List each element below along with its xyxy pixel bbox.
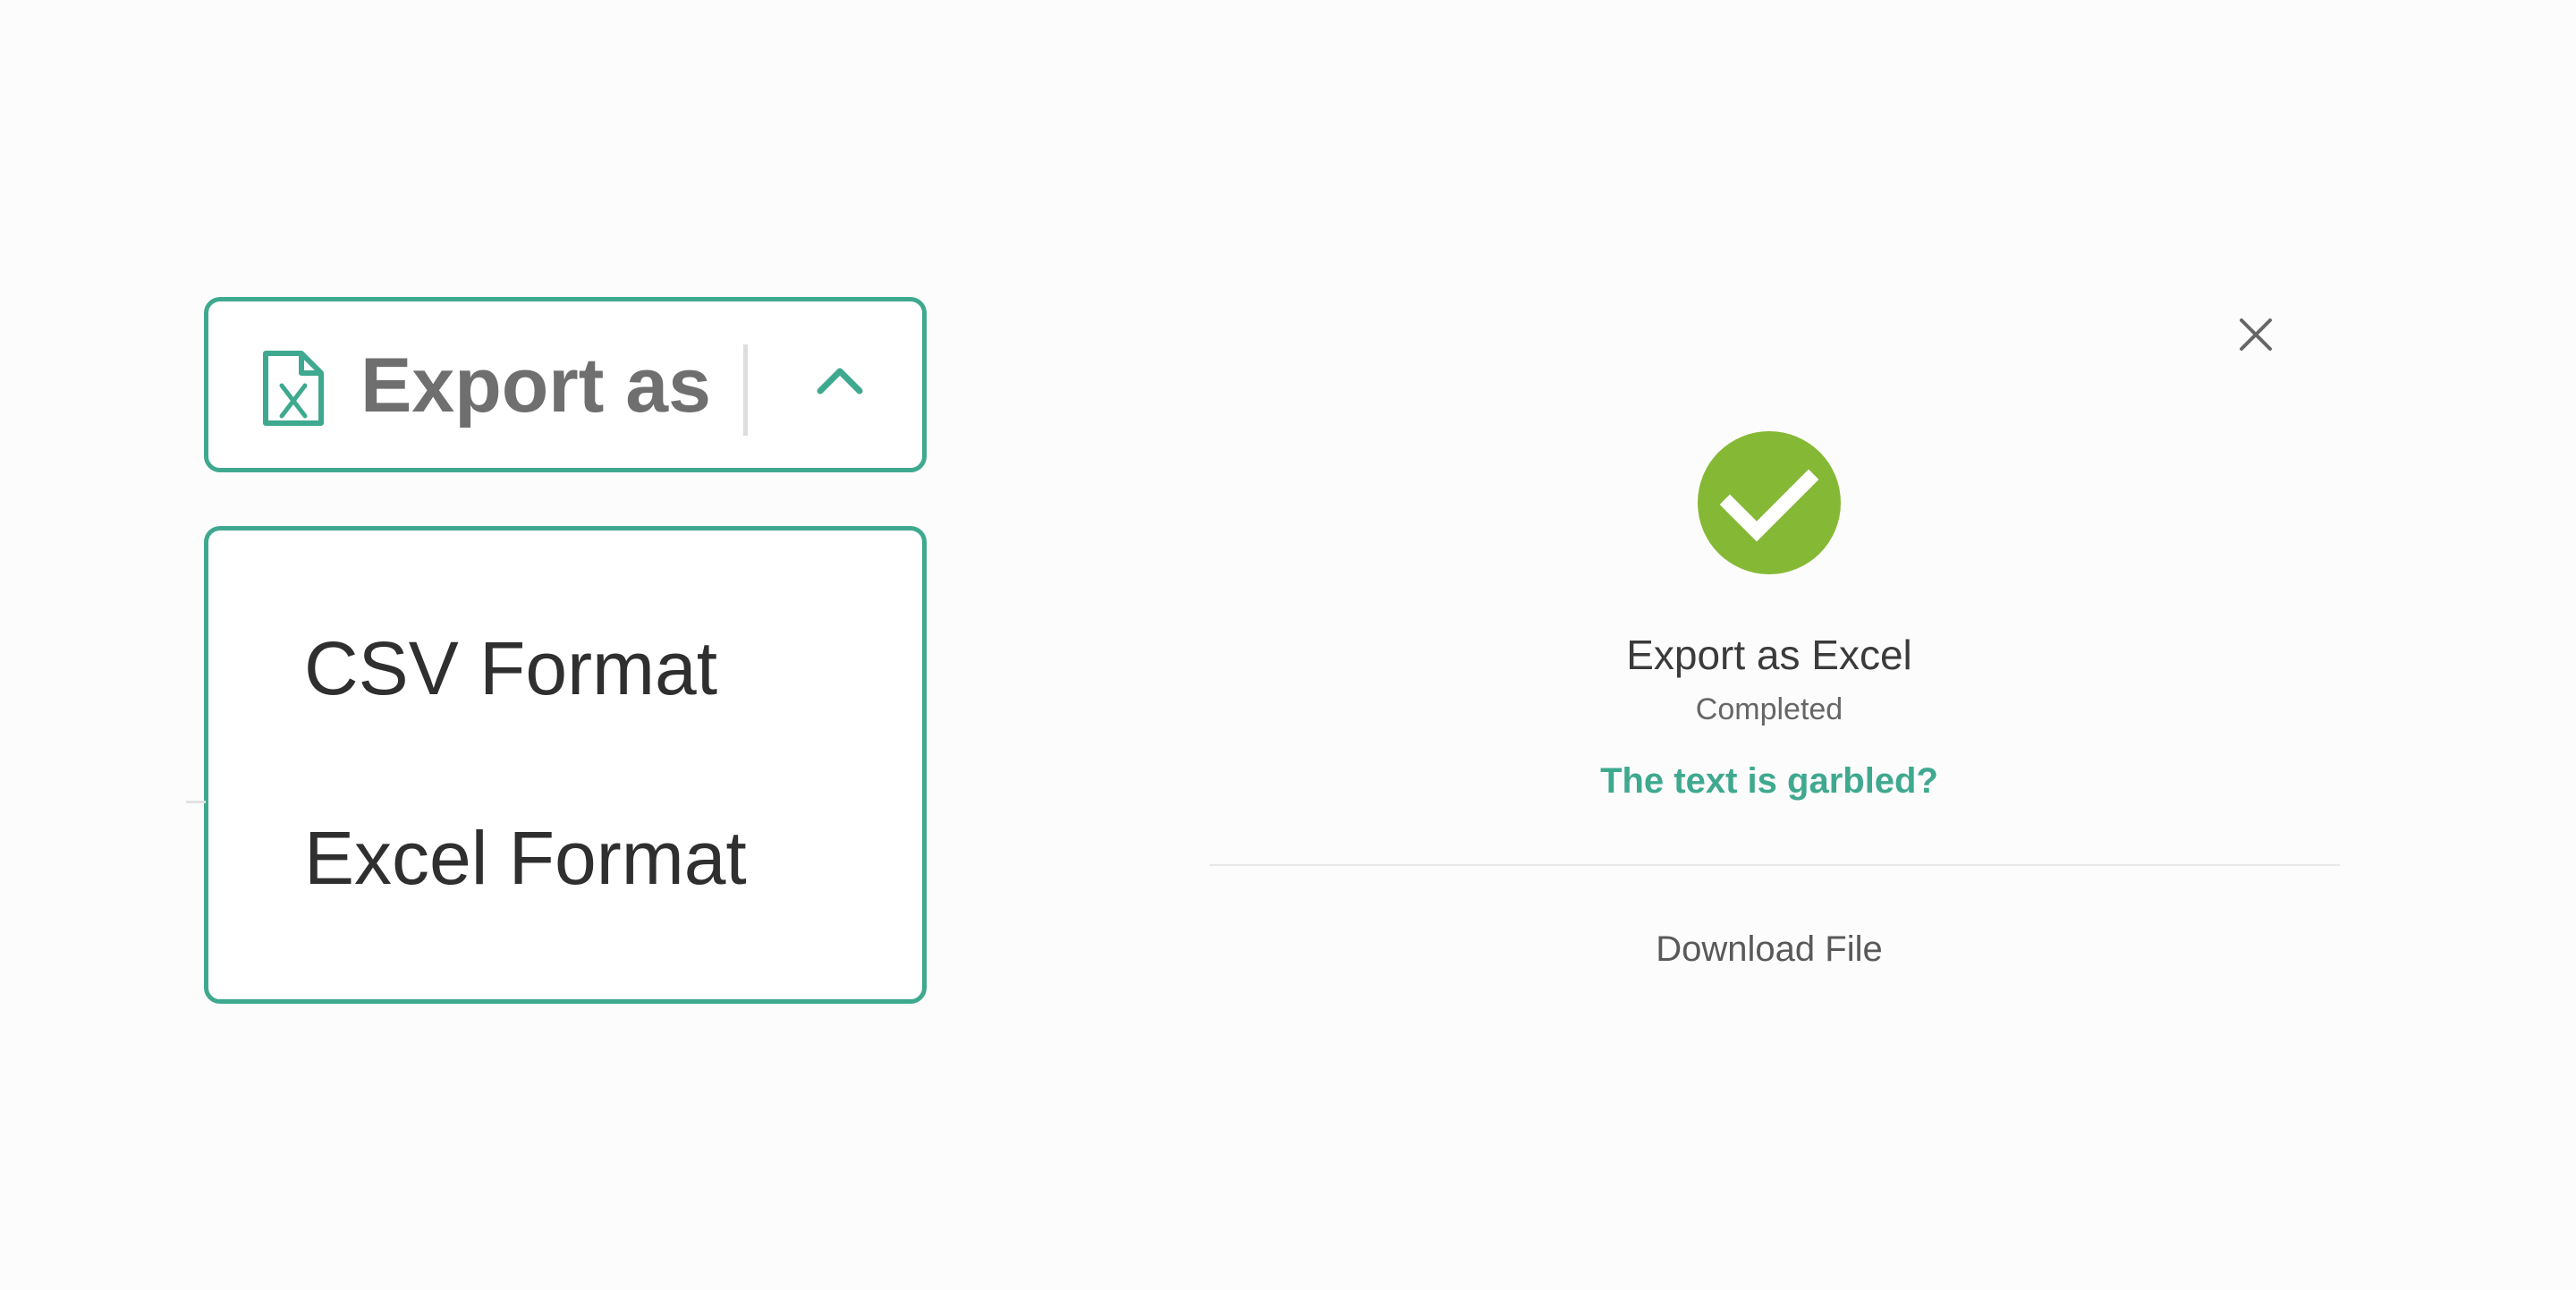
text-garbled-link[interactable]: The text is garbled? — [1209, 759, 2329, 803]
dialog-divider — [1209, 864, 2340, 866]
excel-file-icon — [263, 351, 324, 426]
menu-item-excel-format[interactable]: Excel Format — [304, 813, 747, 903]
button-divider — [743, 344, 748, 436]
dialog-title: Export as Excel — [1626, 632, 1912, 678]
status-text: Completed — [1695, 692, 1843, 726]
check-circle-icon — [1698, 431, 1841, 574]
background-divider — [186, 801, 206, 803]
menu-item-csv-format[interactable]: CSV Format — [304, 624, 717, 713]
export-format-menu: CSV Format Excel Format — [204, 526, 927, 1004]
download-file-button[interactable]: Download File — [1209, 927, 2329, 972]
export-as-label: Export as — [360, 343, 711, 429]
export-as-button[interactable]: Export as — [204, 297, 927, 472]
export-complete-dialog: Export as Excel Completed The text is ga… — [1209, 295, 2340, 1002]
close-icon[interactable] — [2238, 317, 2274, 352]
chevron-up-icon[interactable] — [815, 357, 865, 407]
